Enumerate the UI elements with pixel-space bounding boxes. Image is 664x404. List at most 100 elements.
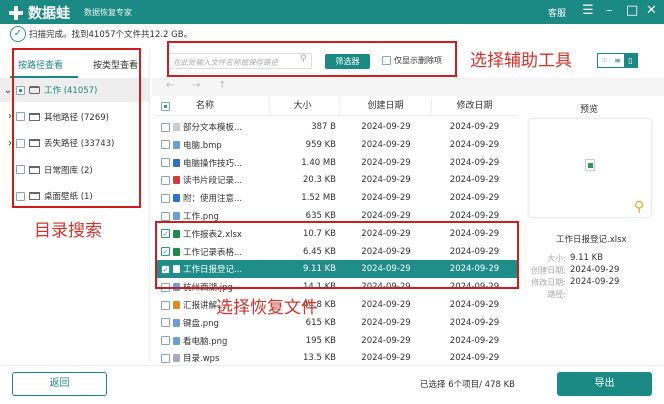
up-arrow-icon[interactable]: ↑ <box>218 80 226 91</box>
xlsx-file-icon <box>585 159 595 171</box>
table-row[interactable]: 电脑.bmp 959 KB 2024-09-29 2024-09-29 <box>155 136 517 154</box>
preview-field-label: 创建日期: <box>531 266 566 275</box>
status-text: 扫描完成。找到41057个文件共12.2 GB。 <box>29 30 193 40</box>
file-icon <box>173 318 180 327</box>
row-checkbox[interactable] <box>161 158 170 168</box>
row-checkbox[interactable] <box>161 336 170 346</box>
file-size: 13.5 KB <box>302 353 336 364</box>
nav-bar: ← → ↑ <box>152 78 664 96</box>
preview-title: 预览 <box>580 105 599 115</box>
row-checkbox[interactable] <box>161 318 170 328</box>
forward-arrow-icon[interactable]: → <box>192 80 200 91</box>
row-checkbox[interactable] <box>161 140 170 150</box>
back-button[interactable]: 返回 <box>12 372 107 396</box>
row-checkbox[interactable] <box>161 175 170 185</box>
file-name: 读书片段记录... <box>183 176 243 187</box>
annotation-select-files: 选择恢复文件 <box>216 298 318 318</box>
table-row[interactable]: 附：使用注意... 1.52 MB 2024-09-29 2024-09-29 <box>155 189 517 207</box>
preview-field-label: 修改日期: <box>531 278 566 287</box>
created-date: 2024-09-29 <box>361 335 411 346</box>
file-icon <box>173 140 180 149</box>
maximize-icon[interactable]: □ <box>626 3 638 18</box>
preview-box: ⚲ <box>528 118 652 218</box>
created-date: 2024-09-29 <box>361 139 411 150</box>
footer: 返回 已选择 6个项目/ 478 KB 导出 <box>0 365 664 404</box>
modified-date: 2024-09-29 <box>449 139 500 150</box>
file-icon <box>173 301 180 309</box>
preview-field-value: 9.11 KB <box>570 253 604 263</box>
file-name: 目录.wps <box>183 354 220 365</box>
col-modified[interactable]: 修改日期 <box>432 97 517 116</box>
preview-field-value: 2024-09-29 <box>570 265 620 275</box>
file-size: 195 KB <box>305 335 336 346</box>
preview-field-label: 路径: <box>547 290 566 299</box>
created-date: 2024-09-29 <box>361 157 411 168</box>
file-icon <box>173 158 180 167</box>
table-row[interactable]: 部分文本模板... 387 B 2024-09-29 2024-09-29 <box>155 118 517 136</box>
export-button[interactable]: 导出 <box>557 372 652 396</box>
created-date: 2024-09-29 <box>361 122 411 132</box>
select-all-checkbox[interactable] <box>161 101 170 111</box>
created-date: 2024-09-29 <box>361 175 411 186</box>
grid-view-icon[interactable]: ⁘ <box>598 54 611 67</box>
list-view-icon[interactable]: ≡ <box>611 54 624 67</box>
file-icon <box>173 123 180 131</box>
file-icon <box>173 176 180 185</box>
row-checkbox[interactable] <box>161 122 170 132</box>
detail-view-icon[interactable]: ▯ <box>624 54 637 67</box>
table-row[interactable]: 读书片段记录... 20.3 KB 2024-09-29 2024-09-29 <box>155 171 517 189</box>
table-row[interactable]: 看电脑.png 195 KB 2024-09-29 2024-09-29 <box>155 332 517 350</box>
file-name: 看电脑.png <box>183 336 228 347</box>
support-link[interactable]: 客服 <box>548 6 566 19</box>
table-row[interactable]: 汇报讲解... 44.8 KB 2024-09-29 2024-09-29 <box>155 296 517 314</box>
modified-date: 2024-09-29 <box>449 353 500 364</box>
file-icon <box>173 212 180 220</box>
col-size[interactable]: 大小 <box>270 96 340 116</box>
view-switcher: ⁘ ≡ ▯ <box>597 53 638 68</box>
back-arrow-icon[interactable]: ← <box>166 80 174 91</box>
modified-date: 2024-09-29 <box>449 193 500 204</box>
file-size: 387 B <box>311 122 336 132</box>
modified-date: 2024-09-29 <box>449 157 500 168</box>
row-checkbox[interactable] <box>161 353 170 363</box>
created-date: 2024-09-29 <box>361 193 411 204</box>
magnify-icon[interactable]: ⚲ <box>634 199 644 215</box>
app-subtitle: 数据恢复专家 <box>84 8 132 17</box>
file-icon <box>173 194 180 203</box>
preview-field-label: 大小: <box>547 254 566 263</box>
row-checkbox[interactable] <box>161 211 170 221</box>
modified-date: 2024-09-29 <box>449 175 500 186</box>
created-date: 2024-09-29 <box>361 300 411 310</box>
minimize-icon[interactable]: – <box>606 3 613 18</box>
menu-icon[interactable]: ☰ <box>582 3 594 18</box>
file-name: 附：使用注意... <box>183 194 243 205</box>
scan-status: ✓ 扫描完成。找到41057个文件共12.2 GB。 <box>10 26 192 42</box>
file-size: 959 KB <box>305 139 336 150</box>
modified-date: 2024-09-29 <box>449 317 500 328</box>
col-name[interactable]: 名称 <box>196 97 214 116</box>
close-icon[interactable]: ✕ <box>646 3 657 18</box>
expand-icon[interactable]: ⌄ <box>0 85 12 96</box>
table-header: 名称 大小 创建日期 修改日期 <box>155 96 517 116</box>
logo-cross-icon <box>8 5 24 21</box>
modified-date: 2024-09-29 <box>449 335 500 346</box>
file-name: 电脑操作技巧... <box>183 158 243 169</box>
expand-icon[interactable]: › <box>0 138 12 149</box>
preview-field-value: 2024-09-29 <box>570 277 620 287</box>
row-checkbox[interactable] <box>161 300 170 310</box>
check-circle-icon: ✓ <box>10 26 26 42</box>
row-checkbox[interactable] <box>161 193 170 203</box>
app-logo: 数据蛙 <box>8 3 70 23</box>
col-created[interactable]: 创建日期 <box>340 96 432 116</box>
expand-icon[interactable]: › <box>0 111 12 122</box>
modified-date: 2024-09-29 <box>449 211 500 221</box>
created-date: 2024-09-29 <box>361 353 411 364</box>
table-row[interactable]: 电脑操作技巧... 1.40 MB 2024-09-29 2024-09-29 <box>155 154 517 172</box>
app-name: 数据蛙 <box>28 6 70 22</box>
file-size: 1.40 MB <box>301 157 336 168</box>
table-row[interactable]: 键盘.png 615 KB 2024-09-29 2024-09-29 <box>155 314 517 332</box>
created-date: 2024-09-29 <box>361 211 411 221</box>
file-size: 1.52 MB <box>301 193 336 204</box>
annotation-directory-search: 目录搜索 <box>34 221 102 241</box>
created-date: 2024-09-29 <box>361 317 411 328</box>
